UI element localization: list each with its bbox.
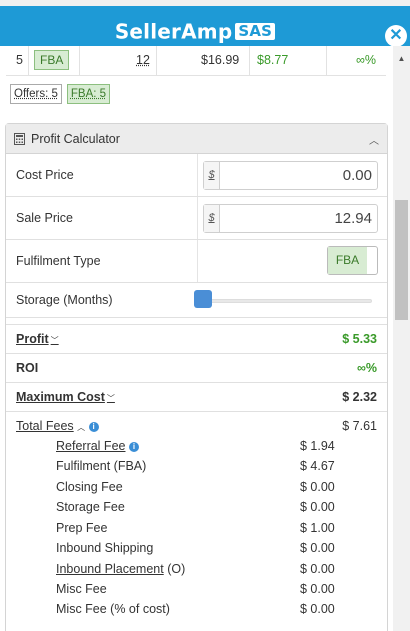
column-divider [156,46,157,76]
misc-fee-value: $ 0.00 [300,582,335,596]
roi-value: ∞% [356,361,377,375]
inbound-placement-option: (O) [167,562,186,576]
profit-row: Profit ﹀ $ 5.33 [6,325,387,354]
misc-fee-percent-label: Misc Fee (% of cost) [56,602,170,616]
info-icon[interactable]: i [88,421,99,432]
total-fees-label[interactable]: Total Fees ︿ i [16,419,99,433]
fba-count-text: FBA: 5 [70,88,107,100]
roi-label: ROI [16,361,39,375]
fulfilment-fee-label: Fulfilment (FBA) [56,459,147,473]
collapse-chevron-icon[interactable]: ︿ [369,132,379,147]
sale-price-row: Sale Price $ 12.94 [6,197,387,240]
info-icon[interactable]: i [128,441,139,452]
storage-months-slider[interactable] [202,299,372,303]
closing-fee-value: $ 0.00 [300,480,335,494]
panel-title: Profit Calculator [31,132,120,146]
section-gap [6,318,387,325]
closing-fee-label: Closing Fee [56,480,123,494]
scroll-up-arrow-icon[interactable]: ▲ [393,54,410,63]
field-divider [197,197,198,239]
fulfilment-type-selected: FBA [328,247,367,274]
maximum-cost-label-text: Maximum Cost [16,390,105,404]
misc-fee-label: Misc Fee [56,582,107,596]
misc-fee-percent-value: $ 0.00 [300,602,335,616]
storage-slider-handle[interactable] [194,290,212,308]
scrollbar-thumb[interactable] [395,200,408,320]
cost-price-input[interactable]: $ 0.00 [203,161,378,190]
total-fees-value: $ 7.61 [342,419,377,433]
cost-price-label: Cost Price [16,168,74,182]
cost-price-row: Cost Price $ 0.00 [6,154,387,197]
scrollbar[interactable]: ▲ [393,46,410,631]
sale-price-input[interactable]: $ 12.94 [203,204,378,233]
field-divider [197,154,198,196]
profit-calculator-panel: Profit Calculator ︿ Cost Price $ 0.00 Sa… [5,123,388,631]
roi-row: ROI ∞% [6,354,387,383]
offer-table-row: 5 FBA 12 $16.99 $8.77 ∞% [6,46,386,76]
inbound-shipping-label: Inbound Shipping [56,541,154,555]
storage-fee-label: Storage Fee [56,500,125,514]
profit-value: $ 5.33 [342,332,377,346]
offer-tags: Offers: 5 FBA: 5 [10,84,115,104]
close-icon[interactable]: ✕ [385,25,407,47]
storage-months-label: Storage (Months) [16,293,113,307]
profit-label-text: Profit [16,332,49,346]
offer-price: $16.99 [201,53,240,67]
brand-logo: SellerAmp SAS [0,18,390,44]
referral-fee-text: Referral Fee [56,439,126,453]
fulfilment-fee-value: $ 4.67 [300,459,335,473]
chevron-down-icon: ﹀ [50,336,59,345]
inbound-shipping-value: $ 0.00 [300,541,335,555]
offer-profit: $8.77 [257,53,289,67]
chevron-down-icon: ﹀ [106,394,115,403]
maximum-cost-value: $ 2.32 [342,390,377,404]
profit-calculator-header[interactable]: Profit Calculator ︿ [6,124,387,154]
referral-fee-label[interactable]: Referral Fee i [56,439,139,459]
cost-price-value: 0.00 [342,167,372,184]
inbound-placement-value: $ 0.00 [300,562,335,576]
column-divider [79,46,80,76]
column-divider [249,46,250,76]
brand-badge: SAS [235,23,276,40]
sellerampsas-panel: SellerAmp SAS ✕ ▲ 5 FBA 12 $16.99 $8.77 ∞… [0,0,410,631]
fulfilment-type-row: Fulfilment Type FBA [6,240,387,283]
app-header: SellerAmp SAS ✕ [0,6,410,47]
offers-count-tag[interactable]: Offers: 5 [10,84,62,104]
currency-addon: $ [204,162,220,189]
prep-fee-label: Prep Fee [56,521,108,535]
sale-price-label: Sale Price [16,211,73,225]
maximum-cost-row: Maximum Cost ﹀ $ 2.32 [6,383,387,412]
offer-fulfilment-badge: FBA [34,50,70,70]
main-content: 5 FBA 12 $16.99 $8.77 ∞% Offers: 5 FBA: 5 [0,46,393,631]
inbound-placement-text: Inbound Placement [56,562,164,576]
fulfilment-type-label: Fulfilment Type [16,254,101,268]
column-divider [28,46,29,76]
profit-label[interactable]: Profit ﹀ [16,332,59,346]
maximum-cost-label[interactable]: Maximum Cost ﹀ [16,390,115,404]
fba-count-tag[interactable]: FBA: 5 [66,84,111,104]
prep-fee-value: $ 1.00 [300,521,335,535]
calculator-icon [14,133,25,145]
fulfilment-type-toggle[interactable]: FBA [327,246,378,275]
offers-count-text: Offers: 5 [14,88,58,100]
offer-roi: ∞% [356,53,377,67]
sale-price-value: 12.94 [334,210,372,227]
offer-quantity[interactable]: 12 [136,53,150,67]
field-divider [197,240,198,282]
storage-months-row: Storage (Months) [6,283,387,318]
offer-rank: 5 [16,53,23,67]
storage-fee-value: $ 0.00 [300,500,335,514]
currency-addon: $ [204,205,220,232]
chevron-up-icon: ︿ [77,423,86,432]
column-divider [326,46,327,76]
referral-fee-value: $ 1.94 [300,439,335,453]
inbound-placement-label[interactable]: Inbound Placement (O) [56,562,185,582]
total-fees-label-text: Total Fees [16,419,74,433]
brand-name: SellerAmp [114,19,233,44]
